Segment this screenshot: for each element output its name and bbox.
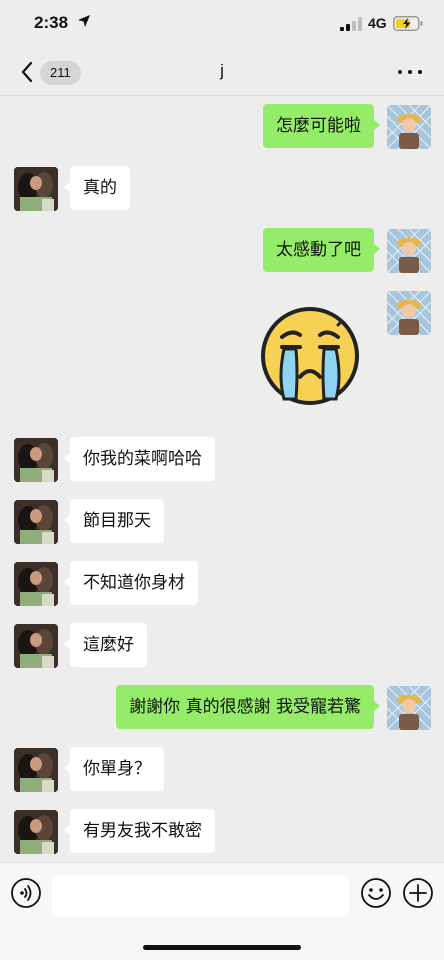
message-bubble[interactable]: 真的 [64,166,130,210]
signal-icon [340,17,362,31]
contact-avatar[interactable] [14,562,58,606]
message-row: 真的 [0,166,444,212]
contact-avatar[interactable] [14,748,58,792]
contact-avatar-image [14,624,58,668]
my-avatar[interactable] [387,105,431,149]
network-type: 4G [368,15,387,31]
message-row: 節目那天 [0,499,444,545]
message-row [0,290,444,336]
my-avatar[interactable] [387,229,431,273]
message-bubble[interactable]: 這麼好 [64,623,147,667]
contact-avatar-image [14,500,58,544]
contact-avatar[interactable] [14,810,58,854]
message-row: 不知道你身材 [0,561,444,607]
my-avatar[interactable] [387,686,431,730]
message-bubble[interactable]: 有男友我不敢密 [64,809,215,853]
contact-avatar-image [14,562,58,606]
battery-charging-icon [393,16,423,31]
crying-face-sticker[interactable] [258,307,362,405]
contact-avatar-image [14,748,58,792]
message-bubble[interactable]: 你我的菜啊哈哈 [64,437,215,481]
message-row: 有男友我不敢密 [0,809,444,855]
status-bar: 2:38 4G [0,0,444,50]
contact-avatar[interactable] [14,167,58,211]
voice-icon[interactable] [10,877,42,909]
more-button[interactable] [396,62,424,82]
my-avatar-image [387,686,431,730]
emoji-icon[interactable] [360,877,392,909]
chat-header: 211 j [0,50,444,96]
message-bubble[interactable]: 怎麼可能啦 [263,104,380,148]
my-avatar-image [387,229,431,273]
message-bubble[interactable]: 節目那天 [64,499,164,543]
message-list[interactable]: 怎麼可能啦 真的 太感動了吧 你我的菜啊哈哈 節目那天 不知道你身材 這麼好 謝… [0,97,444,862]
status-time: 2:38 [34,13,69,32]
contact-avatar[interactable] [14,624,58,668]
message-bubble[interactable]: 你單身？ [64,747,164,791]
message-row: 太感動了吧 [0,228,444,274]
message-bubble[interactable]: 不知道你身材 [64,561,198,605]
home-indicator [143,945,301,950]
my-avatar-image [387,291,431,335]
more-icon-dot [418,70,422,74]
my-avatar-image [387,105,431,149]
location-arrow-icon [78,15,90,27]
contact-avatar-image [14,810,58,854]
contact-avatar[interactable] [14,500,58,544]
message-bubble[interactable]: 太感動了吧 [263,228,380,272]
message-input[interactable] [52,875,349,917]
message-row: 你單身？ [0,747,444,793]
message-row: 怎麼可能啦 [0,104,444,150]
plus-icon[interactable] [402,877,434,909]
more-icon [398,70,402,74]
contact-avatar[interactable] [14,438,58,482]
my-avatar[interactable] [387,291,431,335]
message-row: 你我的菜啊哈哈 [0,437,444,483]
chat-title: j [220,61,224,80]
more-icon-dot [408,70,412,74]
contact-avatar-image [14,167,58,211]
message-row: 謝謝你 真的很感謝 我受寵若驚 [0,685,444,731]
message-row: 這麼好 [0,623,444,669]
contact-avatar-image [14,438,58,482]
message-bubble[interactable]: 謝謝你 真的很感謝 我受寵若驚 [116,685,380,729]
